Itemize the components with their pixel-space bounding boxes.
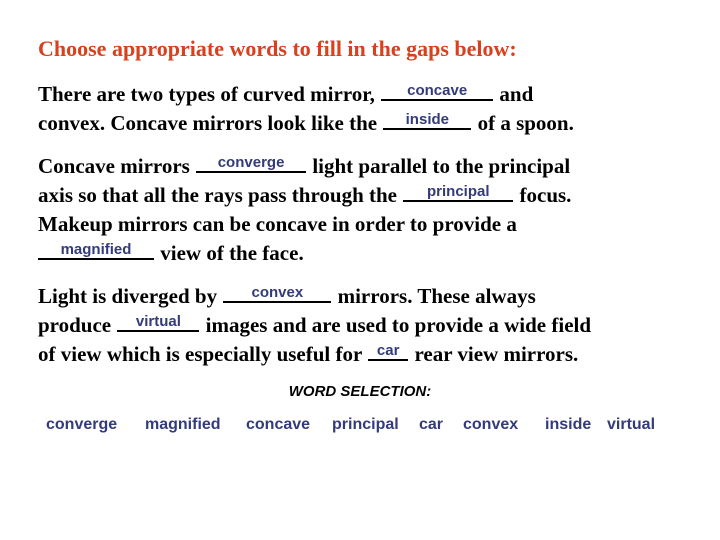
paragraph-3: Light is diverged by convex mirrors. The… [38, 282, 591, 369]
sentence-line: produce virtual images and are used to p… [38, 312, 592, 337]
gap-answer: magnified [60, 241, 132, 258]
gap-blank[interactable]: principal [403, 182, 514, 202]
sentence-line: magnified view of the face. [38, 239, 571, 268]
word-option[interactable]: converge [46, 416, 117, 434]
paragraph-1: There are two types of curved mirror, co… [38, 80, 574, 138]
sentence-line: convex. Concave mirrors look like the in… [38, 110, 574, 135]
word-option[interactable]: car [419, 416, 443, 434]
gap-answer: converge [217, 154, 285, 171]
sentence-line: There are two types of curved mirror, co… [38, 81, 534, 106]
sentence-line: Concave mirrors converge light parallel … [38, 153, 571, 178]
word-option[interactable]: virtual [607, 416, 655, 434]
gap-answer: car [376, 342, 400, 359]
gap-blank[interactable]: converge [196, 153, 307, 173]
gap-blank[interactable]: virtual [117, 312, 200, 332]
gap-blank[interactable]: inside [383, 110, 472, 130]
gap-answer: concave [407, 82, 468, 99]
word-option[interactable]: concave [246, 416, 310, 434]
gap-answer: principal [426, 183, 490, 200]
word-option[interactable]: inside [545, 416, 591, 434]
gap-blank[interactable]: concave [381, 81, 494, 101]
word-option[interactable]: magnified [145, 416, 221, 434]
sentence-line: of view which is especially useful for c… [38, 341, 579, 366]
paragraph-2: Concave mirrors converge light parallel … [38, 152, 571, 268]
word-option[interactable]: convex [463, 416, 518, 434]
gap-blank[interactable]: magnified [38, 240, 154, 260]
word-option[interactable]: principal [332, 416, 399, 434]
gap-answer: convex [251, 284, 304, 301]
word-selection-title: WORD SELECTION: [288, 383, 432, 400]
sentence-line: axis so that all the rays pass through t… [38, 182, 572, 207]
gap-answer: inside [405, 111, 449, 128]
sentence-line: Makeup mirrors can be concave in order t… [38, 212, 517, 236]
gap-answer: virtual [135, 313, 181, 330]
gap-blank[interactable]: car [368, 341, 409, 361]
gap-blank[interactable]: convex [223, 283, 332, 303]
sentence-line: Light is diverged by convex mirrors. The… [38, 283, 536, 308]
page-title: Choose appropriate words to fill in the … [38, 36, 517, 61]
